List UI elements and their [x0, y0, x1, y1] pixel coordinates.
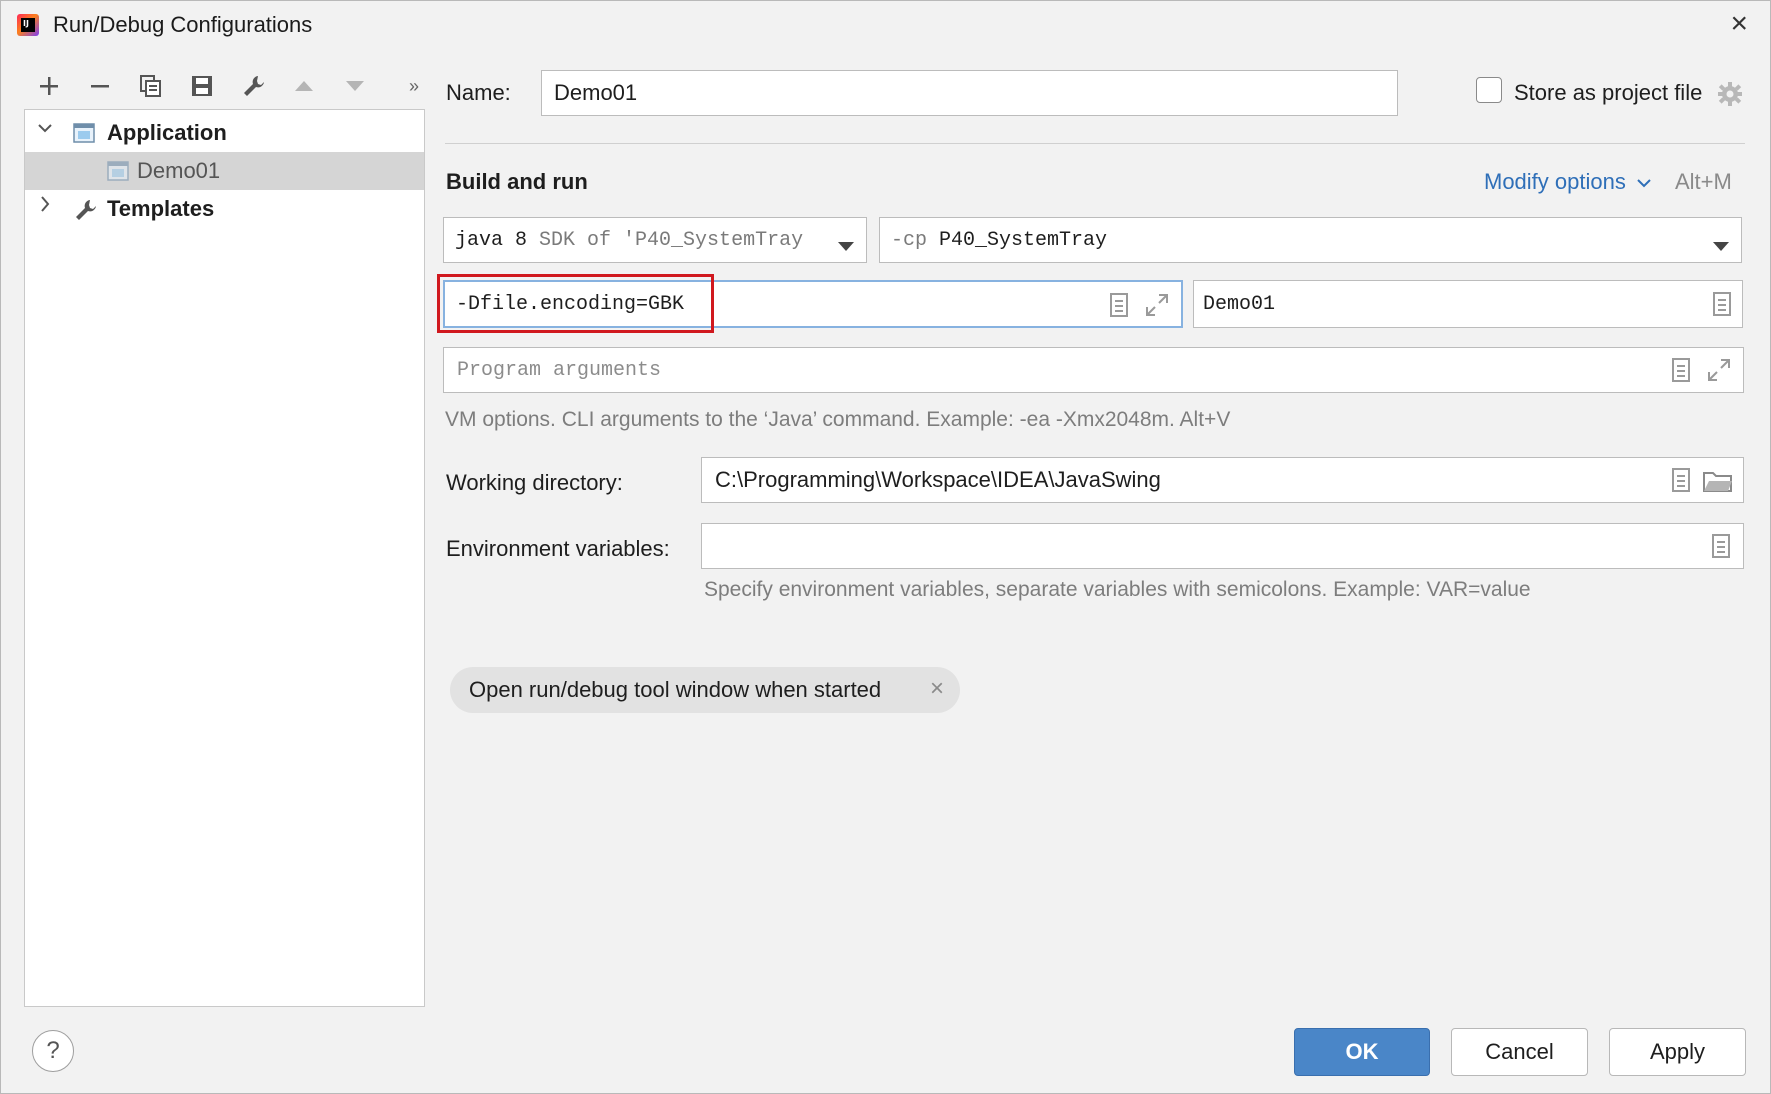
document-icon[interactable] — [1671, 358, 1691, 382]
tree-item-label: Templates — [107, 196, 215, 221]
close-icon[interactable]: × — [1730, 9, 1748, 39]
help-button[interactable]: ? — [32, 1030, 74, 1072]
ok-button[interactable]: OK — [1294, 1028, 1430, 1076]
classpath-value: P40_SystemTray — [939, 228, 1108, 252]
name-label: Name: — [446, 80, 511, 105]
tree-item-label: Application — [107, 120, 227, 145]
remove-configuration-button[interactable] — [85, 71, 115, 101]
environment-variables-hint: Specify environment variables, separate … — [704, 578, 1531, 601]
cancel-button[interactable]: Cancel — [1451, 1028, 1588, 1076]
separator — [445, 143, 1745, 144]
classpath-prefix: -cp — [891, 228, 928, 252]
copy-configuration-button[interactable] — [136, 71, 166, 101]
main-class-value: Demo01 — [1203, 292, 1276, 316]
modify-options-label: Modify options — [1484, 169, 1626, 194]
triangle-down-icon — [346, 81, 364, 91]
modify-options-shortcut: Alt+M — [1675, 169, 1732, 194]
classpath-select[interactable]: -cp P40_SystemTray — [879, 217, 1742, 263]
tree-item-templates[interactable]: Templates — [25, 190, 424, 228]
copy-icon — [140, 75, 161, 97]
working-directory-value: C:\Programming\Workspace\IDEA\JavaSwing — [715, 467, 1161, 492]
tree-item-demo01[interactable]: Demo01 — [25, 152, 424, 190]
move-down-button[interactable] — [340, 71, 370, 101]
chevron-down-icon[interactable] — [37, 118, 53, 143]
wrench-icon — [73, 198, 96, 220]
add-configuration-button[interactable] — [34, 71, 64, 101]
save-configuration-button[interactable] — [187, 71, 217, 101]
section-title: Build and run — [446, 169, 588, 194]
application-config-icon — [107, 161, 129, 181]
document-icon[interactable] — [1671, 468, 1691, 492]
save-icon — [192, 76, 212, 96]
modify-options-link[interactable]: Modify options — [1484, 169, 1652, 195]
title-bar: IJ Run/Debug Configurations × — [1, 1, 1770, 49]
chip-label: Open run/debug tool window when started — [469, 677, 882, 702]
more-actions-button[interactable]: » — [399, 71, 429, 101]
chevron-right-icon[interactable] — [37, 194, 53, 219]
double-chevron-icon: » — [408, 75, 419, 96]
edit-templates-button[interactable] — [238, 71, 268, 101]
jdk-select-main: java 8 — [455, 228, 528, 252]
program-arguments-placeholder: Program arguments — [457, 358, 662, 382]
dropdown-arrow-icon — [1713, 236, 1729, 259]
minus-icon — [91, 85, 109, 88]
environment-variables-input[interactable] — [701, 523, 1744, 569]
expand-icon[interactable] — [1145, 293, 1168, 317]
close-icon[interactable]: × — [930, 675, 944, 703]
window-title: Run/Debug Configurations — [53, 12, 313, 37]
name-input[interactable]: Demo01 — [541, 70, 1398, 116]
tree-item-application[interactable]: Application — [25, 114, 424, 152]
plus-icon — [40, 77, 58, 95]
application-icon — [73, 123, 95, 143]
jdk-select-detail: SDK of 'P40_SystemTray — [539, 228, 804, 252]
document-icon[interactable] — [1711, 534, 1731, 558]
move-up-button[interactable] — [289, 71, 319, 101]
gear-icon[interactable] — [1717, 81, 1743, 112]
intellij-app-icon: IJ — [17, 14, 39, 36]
working-directory-label: Working directory: — [446, 470, 623, 495]
question-mark-icon: ? — [46, 1037, 60, 1064]
document-icon[interactable] — [1109, 293, 1129, 317]
chevron-down-icon — [1636, 169, 1652, 195]
run-debug-dialog: IJ Run/Debug Configurations × » Applicat… — [0, 0, 1771, 1094]
triangle-up-icon — [295, 81, 313, 91]
wrench-icon — [244, 76, 264, 96]
tree-item-label: Demo01 — [137, 158, 221, 183]
store-as-project-label[interactable]: Store as project file — [1514, 80, 1702, 106]
working-directory-input[interactable]: C:\Programming\Workspace\IDEA\JavaSwing — [701, 457, 1744, 503]
expand-icon[interactable] — [1707, 358, 1730, 382]
dropdown-arrow-icon — [838, 236, 854, 259]
main-class-input[interactable]: Demo01 — [1193, 280, 1743, 328]
apply-button[interactable]: Apply — [1609, 1028, 1746, 1076]
jdk-select[interactable]: java 8 SDK of 'P40_SystemTray — [443, 217, 867, 263]
document-icon[interactable] — [1712, 292, 1732, 316]
highlight-box — [437, 274, 714, 333]
vm-options-hint: VM options. CLI arguments to the ‘Java’ … — [445, 408, 1231, 431]
configuration-tree[interactable]: Application Demo01 Templates — [24, 109, 425, 1007]
folder-icon[interactable] — [1703, 469, 1733, 499]
name-input-value: Demo01 — [554, 80, 638, 105]
environment-variables-label: Environment variables: — [446, 536, 670, 561]
store-as-project-checkbox[interactable] — [1476, 77, 1502, 103]
program-arguments-input[interactable]: Program arguments — [443, 347, 1744, 393]
open-tool-window-chip[interactable]: Open run/debug tool window when started … — [450, 667, 960, 713]
